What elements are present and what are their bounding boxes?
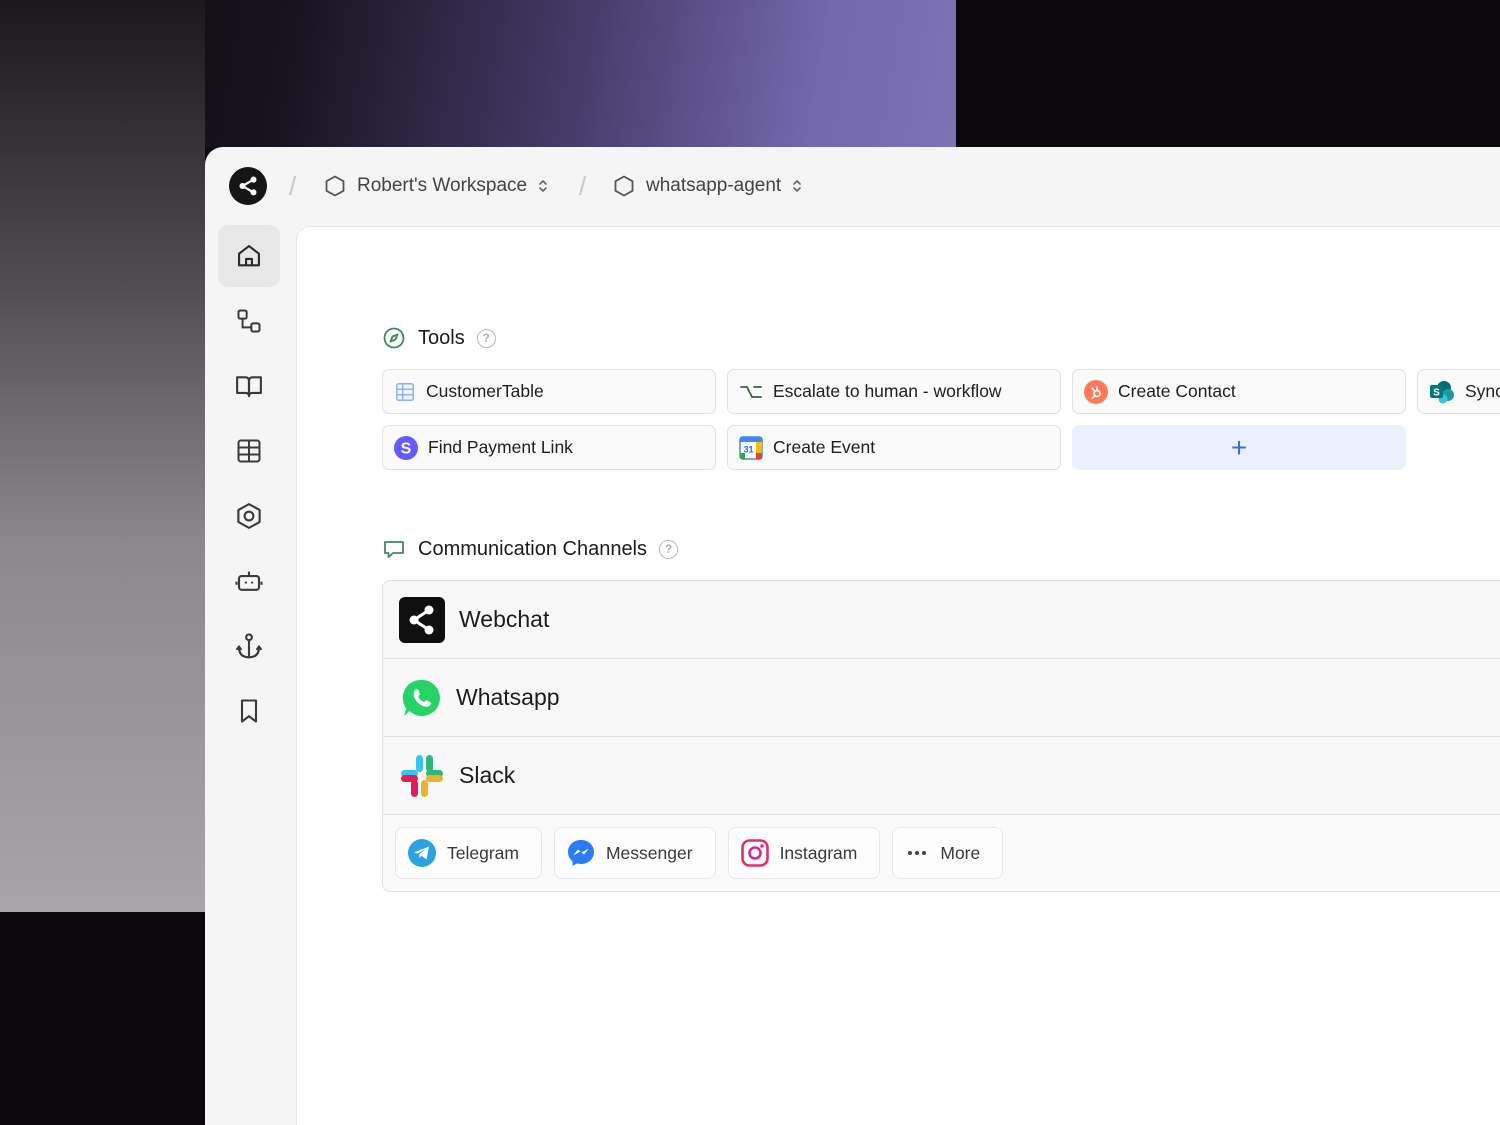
main-panel: Tools ? CustomerTable Escalate to human … xyxy=(296,226,1500,1125)
tool-create-contact[interactable]: Create Contact xyxy=(1072,369,1406,414)
stripe-icon: S xyxy=(394,435,418,460)
background-gradient-left xyxy=(0,0,205,912)
instagram-icon xyxy=(740,839,769,867)
table-icon xyxy=(396,382,414,401)
breadcrumb-workspace[interactable]: Robert's Workspace xyxy=(323,173,549,199)
channel-row-whatsapp[interactable]: Whatsapp xyxy=(383,659,1500,737)
tool-customer-table[interactable]: CustomerTable xyxy=(382,369,716,414)
tool-label: Escalate to human - workflow xyxy=(773,381,1002,401)
breadcrumb-separator: / xyxy=(579,171,587,201)
telegram-icon xyxy=(408,839,436,867)
messenger-icon xyxy=(567,840,594,866)
share-logo-icon xyxy=(239,176,257,196)
chevron-up-down-icon xyxy=(793,180,802,192)
slack-icon xyxy=(401,754,443,797)
chat-bubble-icon xyxy=(384,541,404,558)
add-tool-button[interactable]: + xyxy=(1072,425,1406,470)
calendar-day: 31 xyxy=(743,444,753,454)
webchat-icon xyxy=(399,596,445,643)
book-icon xyxy=(236,376,262,398)
more-icon xyxy=(908,851,927,855)
sidebar-item-saved[interactable] xyxy=(218,680,280,742)
tool-label: Create Contact xyxy=(1118,381,1236,401)
workflow-icon xyxy=(740,385,762,398)
sidebar-item-knowledge[interactable] xyxy=(218,355,280,417)
home-icon xyxy=(238,245,260,267)
bot-icon xyxy=(235,571,263,591)
hexagon-icon xyxy=(325,175,345,197)
agent-name: whatsapp-agent xyxy=(646,175,782,196)
channels-list: Webchat Whatsapp Slack Telegram Messenge… xyxy=(382,580,1500,892)
channels-title: Communication Channels xyxy=(418,537,648,560)
sharepoint-icon: S xyxy=(1430,380,1454,403)
hubspot-icon xyxy=(1084,379,1108,404)
tool-label: Create Event xyxy=(773,437,876,457)
pill-label: Instagram xyxy=(779,842,858,863)
tools-section-title: Tools ? xyxy=(382,326,496,350)
channel-label: Webchat xyxy=(459,606,550,632)
channels-section-title: Communication Channels ? xyxy=(382,537,679,561)
svg-text:S: S xyxy=(401,440,412,457)
hexagon-icon xyxy=(614,175,634,197)
channel-pill-instagram[interactable]: Instagram xyxy=(727,827,881,879)
help-icon[interactable]: ? xyxy=(659,539,679,559)
app-window: / Robert's Workspace / whatsapp-agent To… xyxy=(205,147,1500,1125)
sidebar-item-hooks[interactable] xyxy=(218,615,280,677)
anchor-icon xyxy=(236,633,262,659)
channel-pill-messenger[interactable]: Messenger xyxy=(553,827,716,879)
workspace-name: Robert's Workspace xyxy=(357,175,528,196)
pill-label: Telegram xyxy=(447,842,519,863)
table-icon xyxy=(237,439,261,463)
tool-label: Sync xyxy=(1465,381,1500,401)
compass-icon xyxy=(383,327,405,349)
sidebar-item-home[interactable] xyxy=(218,225,280,287)
tool-sync[interactable]: S Sync xyxy=(1417,369,1500,414)
channel-label: Whatsapp xyxy=(456,684,560,710)
channel-pill-telegram[interactable]: Telegram xyxy=(395,827,542,879)
breadcrumb-separator: / xyxy=(289,171,297,201)
channel-label: Slack xyxy=(459,762,516,788)
tool-create-event[interactable]: 31 Create Event xyxy=(727,425,1061,470)
sidebar-item-tables[interactable] xyxy=(218,420,280,482)
background-dark-top xyxy=(956,0,1500,148)
tool-label: Find Payment Link xyxy=(428,437,573,457)
pill-label: More xyxy=(940,842,981,863)
tool-label: CustomerTable xyxy=(426,381,544,401)
background-dark-bottom xyxy=(0,912,205,1125)
tool-escalate-workflow[interactable]: Escalate to human - workflow xyxy=(727,369,1061,414)
sidebar-item-integrations[interactable] xyxy=(218,485,280,547)
pill-label: Messenger xyxy=(605,842,693,863)
whatsapp-icon xyxy=(402,679,440,716)
sidebar-item-flows[interactable] xyxy=(218,290,280,352)
top-bar: / Robert's Workspace / whatsapp-agent xyxy=(205,147,1500,225)
tools-title: Tools xyxy=(418,326,465,349)
sidebar xyxy=(218,225,280,745)
app-logo[interactable] xyxy=(229,167,267,205)
sidebar-item-agents[interactable] xyxy=(218,550,280,612)
hexagon-settings-icon xyxy=(237,503,261,529)
flow-icon xyxy=(237,309,261,333)
svg-text:S: S xyxy=(1433,387,1440,398)
help-icon[interactable]: ? xyxy=(476,328,496,348)
chevron-up-down-icon xyxy=(539,180,547,192)
more-channels-row: Telegram Messenger Instagram More xyxy=(383,815,1500,891)
google-calendar-icon: 31 xyxy=(739,435,763,460)
channel-row-slack[interactable]: Slack xyxy=(383,737,1500,815)
channel-pill-more[interactable]: More xyxy=(892,827,1004,879)
channel-row-webchat[interactable]: Webchat xyxy=(383,581,1500,659)
bookmark-icon xyxy=(240,699,258,723)
breadcrumb-agent[interactable]: whatsapp-agent xyxy=(612,173,803,199)
tool-find-payment-link[interactable]: S Find Payment Link xyxy=(382,425,716,470)
